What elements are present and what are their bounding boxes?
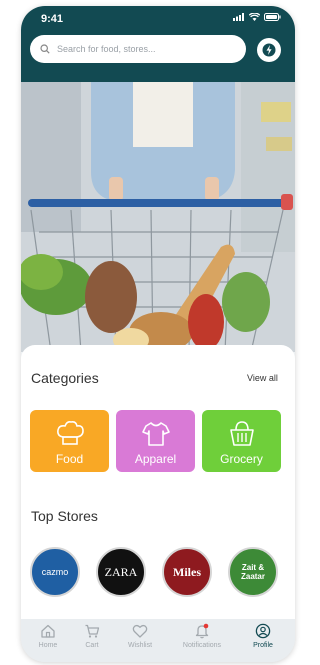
category-label: Food: [55, 452, 84, 466]
hero-banner-image: [21, 82, 295, 352]
nav-cart[interactable]: Cart: [67, 623, 117, 649]
wifi-icon: [249, 13, 260, 21]
store-logo-zait-zaatar[interactable]: Zait & Zaatar: [228, 547, 278, 597]
categories-title: Categories: [31, 370, 99, 386]
profile-icon: [255, 623, 271, 639]
nav-label: Notifications: [182, 642, 222, 649]
category-food[interactable]: Food: [30, 410, 109, 472]
nav-notifications[interactable]: Notifications: [177, 623, 227, 649]
nav-home[interactable]: Home: [23, 623, 73, 649]
nav-label: Profile: [253, 642, 273, 649]
store-logo-text: Zait & Zaatar: [240, 563, 265, 581]
lightning-icon: [262, 43, 276, 57]
nav-wishlist[interactable]: Wishlist: [115, 623, 165, 649]
nav-label: Cart: [85, 642, 99, 649]
phone-screen: 9:41 Search for food, stores... Categori…: [21, 6, 295, 662]
store-logo-zara[interactable]: ZARA: [96, 547, 146, 597]
header-bar: 9:41 Search for food, stores...: [21, 6, 295, 82]
status-icons: [233, 13, 281, 21]
nav-label: Wishlist: [127, 642, 153, 649]
store-logo-text: Miles: [173, 564, 201, 579]
bell-icon: [195, 623, 209, 639]
search-placeholder: Search for food, stores...: [57, 44, 156, 54]
home-icon: [41, 624, 55, 638]
flash-deals-button[interactable]: [257, 38, 281, 62]
basket-icon: [229, 421, 254, 446]
search-input[interactable]: Search for food, stores...: [30, 35, 246, 63]
signal-icon: [233, 13, 244, 21]
shopping-cart-photo: [21, 82, 295, 352]
store-logo-cozmo[interactable]: cazmo: [30, 547, 80, 597]
store-logo-text: ZARA: [104, 564, 138, 579]
heart-icon: [132, 624, 148, 638]
top-stores-title: Top Stores: [31, 508, 98, 524]
store-logo-miles[interactable]: Miles: [162, 547, 212, 597]
chef-hat-icon: [56, 421, 84, 445]
category-label: Apparel: [134, 452, 177, 466]
cart-icon: [85, 624, 100, 638]
shirt-icon: [141, 422, 170, 446]
view-all-link[interactable]: View all: [247, 373, 278, 383]
bottom-nav: Home Cart Wishlist Notifications Profile: [21, 619, 295, 662]
store-logo-text: cazmo: [41, 567, 69, 577]
category-label: Grocery: [220, 452, 263, 466]
status-time: 9:41: [41, 13, 64, 25]
search-icon: [40, 44, 50, 54]
nav-profile[interactable]: Profile: [238, 623, 288, 649]
category-apparel[interactable]: Apparel: [116, 410, 195, 472]
category-grocery[interactable]: Grocery: [202, 410, 281, 472]
nav-label: Home: [38, 642, 58, 649]
battery-icon: [264, 13, 281, 21]
